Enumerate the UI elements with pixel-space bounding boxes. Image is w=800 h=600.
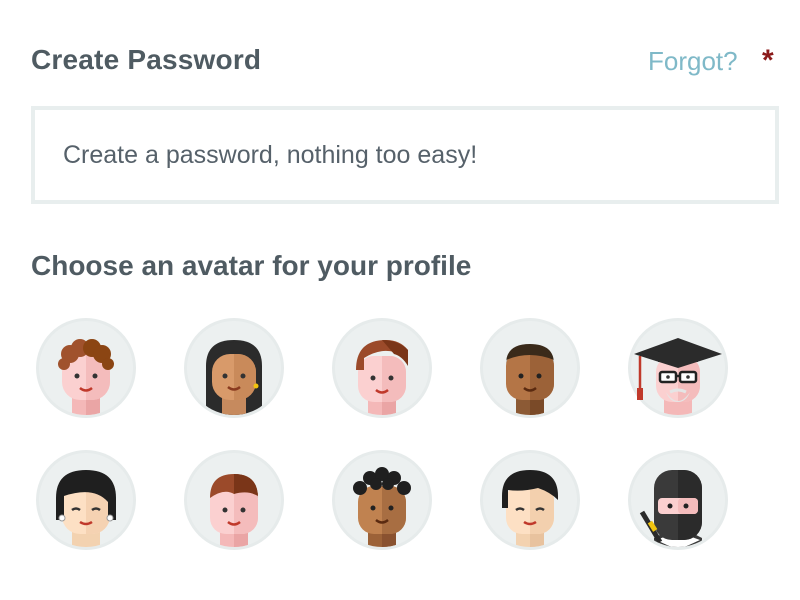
ninja-avatar-icon[interactable] [626,448,730,552]
choose-avatar-title: Choose an avatar for your profile [31,250,472,281]
forgot-password-link[interactable]: Forgot? [648,46,738,77]
create-password-title: Create Password [31,44,262,75]
quiff-man-avatar-icon[interactable] [330,316,434,420]
password-input[interactable] [35,110,775,200]
dark-skin-man-avatar-icon[interactable] [478,316,582,420]
short-hair-boy-avatar-icon[interactable] [182,448,286,552]
password-field-box [31,106,779,204]
required-marker: * [762,44,774,77]
bob-hair-girl-avatar-icon[interactable] [34,448,138,552]
curly-hair-man-avatar-icon[interactable] [330,448,434,552]
curly-hair-boy-avatar-icon[interactable] [34,316,138,420]
long-hair-woman-avatar-icon[interactable] [182,316,286,420]
asian-man-avatar-icon[interactable] [478,448,582,552]
graduate-professor-avatar-icon[interactable] [626,316,730,420]
